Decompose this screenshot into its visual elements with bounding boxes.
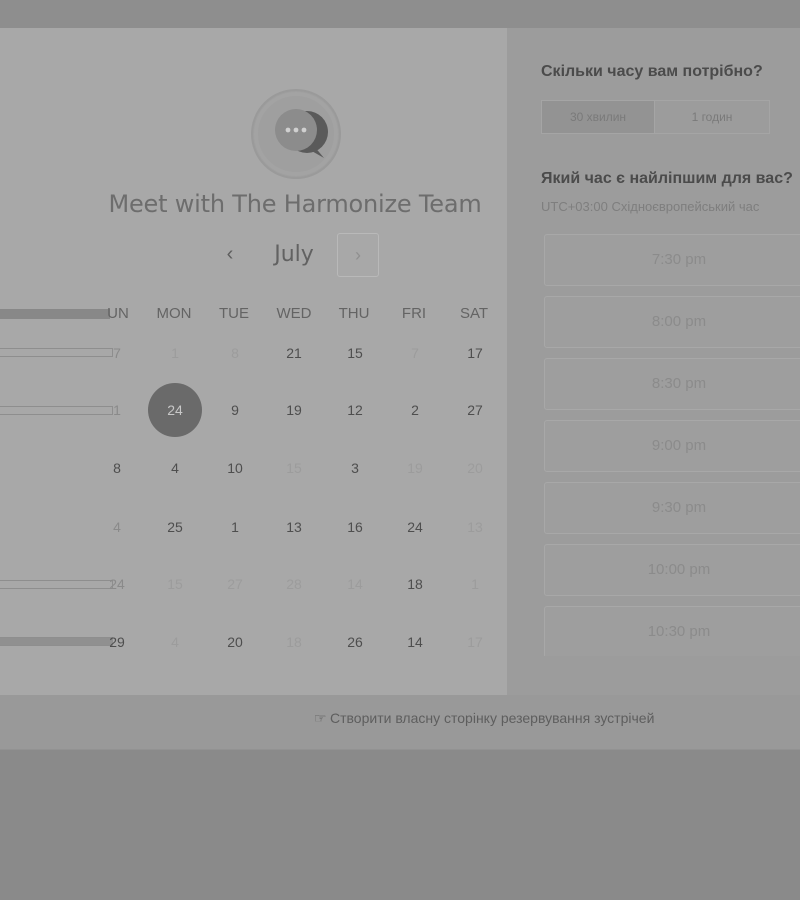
calendar-day[interactable]: 13 bbox=[269, 502, 319, 552]
duration-60-button[interactable]: 1 годин bbox=[654, 100, 770, 134]
weekday-tue: TUE bbox=[219, 305, 249, 322]
calendar-day: 28 bbox=[286, 576, 302, 592]
calendar-day[interactable]: 10 bbox=[210, 443, 260, 493]
calendar-day: 20 bbox=[467, 460, 483, 476]
calendar-day: 1 bbox=[113, 402, 121, 418]
calendar-day[interactable]: 15 bbox=[330, 328, 380, 378]
calendar-day[interactable]: 12 bbox=[330, 385, 380, 435]
calendar-day: 17 bbox=[467, 634, 483, 650]
calendar-day: 14 bbox=[347, 576, 363, 592]
weekday-mon: MON bbox=[156, 305, 192, 322]
time-slot[interactable]: 8:30 pm bbox=[544, 358, 800, 410]
weekday-wed: WED bbox=[276, 305, 312, 322]
calendar-day: 13 bbox=[467, 519, 483, 535]
weekday-fri: FRI bbox=[401, 305, 427, 322]
calendar-day[interactable]: 3 bbox=[330, 443, 380, 493]
weekday-thu: THU bbox=[338, 305, 370, 322]
calendar-day[interactable]: 21 bbox=[269, 328, 319, 378]
cursor-hand-icon: ☞ bbox=[314, 710, 327, 726]
weekday-sat: SAT bbox=[459, 305, 489, 322]
calendar-day[interactable]: 16 bbox=[330, 502, 380, 552]
calendar-day[interactable]: 18 bbox=[390, 559, 440, 609]
calendar-day[interactable]: 25 bbox=[150, 502, 200, 552]
calendar-day[interactable]: 27 bbox=[450, 385, 500, 435]
calendar-day[interactable]: 14 bbox=[390, 617, 440, 667]
calendar-day[interactable]: 17 bbox=[450, 328, 500, 378]
create-booking-page-text: Створити власну сторінку резервування зу… bbox=[330, 710, 655, 726]
calendar-day[interactable]: 9 bbox=[210, 385, 260, 435]
weekday-sun: UN bbox=[107, 305, 129, 322]
calendar-day[interactable]: 24 bbox=[390, 502, 440, 552]
calendar-day: 15 bbox=[167, 576, 183, 592]
time-slot-list[interactable]: 7:30 pm 8:00 pm 8:30 pm 9:00 pm 9:30 pm … bbox=[544, 234, 800, 656]
calendar-day: 7 bbox=[113, 345, 121, 361]
calendar-day: 18 bbox=[286, 634, 302, 650]
calendar-day: 7 bbox=[411, 345, 419, 361]
calendar-day[interactable]: 2 bbox=[390, 385, 440, 435]
calendar-day[interactable]: 4 bbox=[150, 443, 200, 493]
calendar-day: 27 bbox=[227, 576, 243, 592]
calendar-day: 1 bbox=[471, 576, 479, 592]
time-question: Який час є найліпшим для вас? bbox=[541, 170, 793, 187]
duration-30-button[interactable]: 30 хвилин bbox=[541, 100, 655, 134]
calendar-day: 4 bbox=[113, 519, 121, 535]
duration-question: Скільки часу вам потрібно? bbox=[541, 63, 763, 80]
calendar-day: 24 bbox=[109, 576, 125, 592]
calendar-day[interactable]: 19 bbox=[269, 385, 319, 435]
time-slot[interactable]: 10:30 pm bbox=[544, 606, 800, 656]
chat-bubble-icon bbox=[250, 88, 342, 180]
calendar-day: 8 bbox=[113, 460, 121, 476]
month-label: July bbox=[274, 242, 314, 267]
calendar-day: 1 bbox=[171, 345, 179, 361]
create-booking-page-link[interactable]: ☞ Створити власну сторінку резервування з… bbox=[314, 710, 654, 727]
time-slot[interactable]: 8:00 pm bbox=[544, 296, 800, 348]
time-slot[interactable]: 9:30 pm bbox=[544, 482, 800, 534]
calendar-day: 29 bbox=[109, 634, 125, 650]
top-strip bbox=[0, 0, 800, 28]
time-slot[interactable]: 7:30 pm bbox=[544, 234, 800, 286]
calendar-day[interactable]: 26 bbox=[330, 617, 380, 667]
timezone-label[interactable]: UTC+03:00 Східноєвропейський час bbox=[541, 199, 759, 214]
time-slot[interactable]: 9:00 pm bbox=[544, 420, 800, 472]
calendar-day: 15 bbox=[286, 460, 302, 476]
selected-day[interactable]: 24 bbox=[148, 383, 202, 437]
calendar-day: 19 bbox=[407, 460, 423, 476]
calendar-day[interactable]: 20 bbox=[210, 617, 260, 667]
calendar-day[interactable]: 1 bbox=[210, 502, 260, 552]
calendar-day: 4 bbox=[171, 634, 179, 650]
prev-month-button[interactable]: ‹ bbox=[216, 240, 244, 268]
calendar-day: 8 bbox=[231, 345, 239, 361]
page-title: Meet with The Harmonize Team bbox=[108, 190, 482, 218]
time-slot[interactable]: 10:00 pm bbox=[544, 544, 800, 596]
next-month-button[interactable]: › bbox=[337, 233, 379, 277]
